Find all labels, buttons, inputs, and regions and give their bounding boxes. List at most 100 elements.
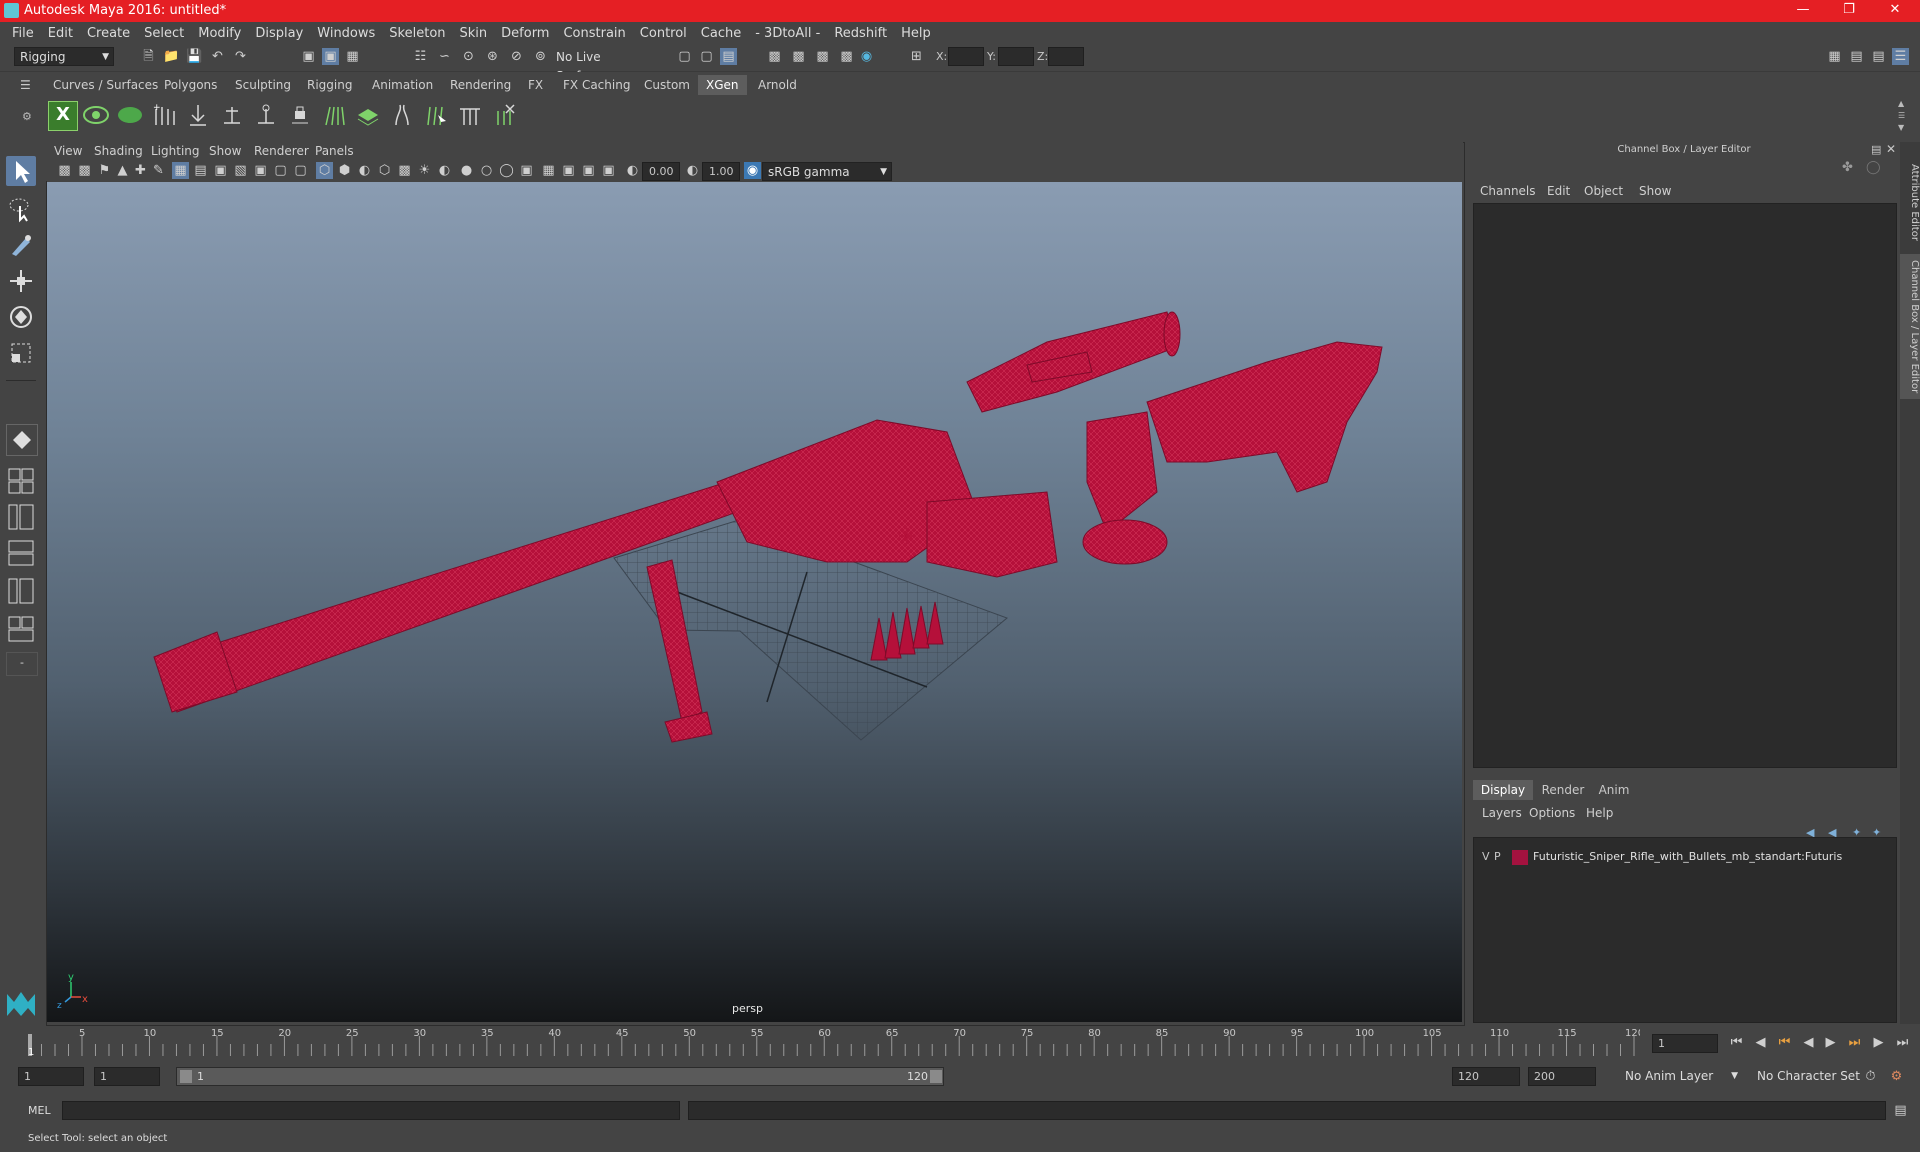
xray-active-icon[interactable]: ▣: [580, 162, 597, 179]
tab-fx[interactable]: FX: [520, 75, 551, 95]
attribute-editor-toggle-icon[interactable]: ▤: [1848, 48, 1865, 65]
menu-display[interactable]: Display: [248, 26, 310, 41]
snap-point-icon[interactable]: ⊙: [460, 48, 477, 65]
persp-outliner-layout-icon[interactable]: [6, 502, 36, 532]
vp-menu-show[interactable]: Show: [209, 144, 241, 158]
time-slider[interactable]: 5 10 15 20 25 30 35 40 45 50 55 60 65 70 75 80 85 90 95 100…: [27, 1028, 1644, 1058]
play-forwards-icon[interactable]: ▶: [1822, 1034, 1839, 1051]
persp-graph-layout-icon[interactable]: [6, 538, 36, 568]
shelf-menu-icon[interactable]: ☰: [20, 78, 31, 92]
output-ops-icon[interactable]: ▢: [698, 48, 715, 65]
gamma-icon[interactable]: ◐: [684, 162, 701, 179]
depth-of-field-icon[interactable]: ▣: [518, 162, 535, 179]
motion-blur-icon[interactable]: ○: [478, 162, 495, 179]
start-time-input[interactable]: 1: [18, 1067, 84, 1086]
end-time-input[interactable]: 200: [1528, 1067, 1596, 1086]
layer-tab-render[interactable]: Render: [1538, 780, 1588, 800]
tab-curves-surfaces[interactable]: Curves / Surfaces: [45, 75, 166, 95]
construction-history-icon[interactable]: ▤: [720, 48, 737, 65]
tab-animation[interactable]: Animation: [364, 75, 441, 95]
color-management-icon[interactable]: ◉: [744, 162, 761, 179]
undo-icon[interactable]: ↶: [209, 48, 226, 65]
safe-action-icon[interactable]: ▢: [272, 162, 289, 179]
step-back-frame-icon[interactable]: ◀: [1752, 1034, 1769, 1051]
current-frame-input[interactable]: 1: [1652, 1034, 1718, 1053]
image-plane-icon[interactable]: ▲: [114, 162, 131, 179]
minimize-icon[interactable]: —: [1783, 2, 1823, 20]
select-component-icon[interactable]: ▦: [344, 48, 361, 65]
save-scene-icon[interactable]: 💾: [186, 48, 203, 65]
menu-file[interactable]: File: [0, 26, 41, 41]
menu-edit[interactable]: Edit: [41, 26, 80, 41]
sniper-rifle-mesh[interactable]: [153, 311, 1383, 743]
2d-pan-zoom-icon[interactable]: ✚: [132, 162, 149, 179]
input-ops-icon[interactable]: ▢: [676, 48, 693, 65]
vp-menu-panels[interactable]: Panels: [315, 144, 354, 158]
scale-tool-icon[interactable]: [6, 338, 36, 368]
tab-arnold[interactable]: Arnold: [750, 75, 805, 95]
script-language-label[interactable]: MEL: [28, 1104, 51, 1117]
render-settings-icon[interactable]: ▩: [838, 48, 855, 65]
new-scene-icon[interactable]: 🗎: [140, 48, 157, 65]
open-scene-icon[interactable]: 📁: [163, 48, 180, 65]
field-chart-icon[interactable]: ▣: [252, 162, 269, 179]
redo-icon[interactable]: ↷: [232, 48, 249, 65]
layer-color-swatch[interactable]: [1512, 850, 1528, 865]
isolate-select-icon[interactable]: ▦: [540, 162, 557, 179]
xgen-preview-icon[interactable]: [82, 101, 110, 129]
modeling-toolkit-icon[interactable]: ▦: [1826, 48, 1843, 65]
snap-surface-icon[interactable]: ⊘: [508, 48, 525, 65]
menu-redshift[interactable]: Redshift: [827, 26, 894, 41]
step-back-key-icon[interactable]: ⏮: [1776, 1034, 1793, 1051]
auto-key-icon[interactable]: ⏱: [1862, 1068, 1879, 1085]
xgen-add-point-icon[interactable]: [218, 101, 246, 129]
gamma-input[interactable]: 1.00: [702, 162, 740, 181]
menu-3dtoall[interactable]: - 3DtoAll -: [748, 26, 827, 41]
grid-icon[interactable]: ▦: [172, 162, 189, 179]
menu-windows[interactable]: Windows: [310, 26, 382, 41]
shelf-scroll-up-icon[interactable]: ▲: [1898, 99, 1904, 108]
close-icon[interactable]: ✕: [1875, 2, 1915, 20]
select-object-icon[interactable]: ▣: [322, 48, 339, 65]
view-transform-dropdown[interactable]: sRGB gamma ▼: [762, 162, 892, 181]
menu-cache[interactable]: Cache: [694, 26, 748, 41]
menu-deform[interactable]: Deform: [494, 26, 556, 41]
menu-set-dropdown[interactable]: Rigging ▼: [14, 47, 114, 66]
menu-constrain[interactable]: Constrain: [556, 26, 632, 41]
menu-create[interactable]: Create: [80, 26, 137, 41]
rotate-tool-icon[interactable]: [6, 302, 36, 332]
range-start-handle[interactable]: [180, 1070, 192, 1083]
multisample-aa-icon[interactable]: ◯: [498, 162, 515, 179]
persp-uv-layout-icon[interactable]: [6, 614, 36, 644]
snap-grid-icon[interactable]: ☷: [412, 48, 429, 65]
step-forward-frame-icon[interactable]: ▶: [1870, 1034, 1887, 1051]
anim-layer-dropdown[interactable]: No Anim Layer ▼: [1620, 1067, 1742, 1086]
resolution-gate-icon[interactable]: ▣: [212, 162, 229, 179]
xgen-guide-down-icon[interactable]: [184, 101, 212, 129]
film-gate-icon[interactable]: ▤: [192, 162, 209, 179]
speed-icon[interactable]: ◯: [1866, 160, 1881, 175]
grease-pencil-icon[interactable]: ✎: [150, 162, 167, 179]
xgen-guides-icon[interactable]: [320, 101, 348, 129]
hypershade-layout-icon[interactable]: [6, 576, 36, 606]
channel-box-toggle-icon[interactable]: ☰: [1892, 48, 1909, 65]
menu-skeleton[interactable]: Skeleton: [382, 26, 452, 41]
animation-preferences-icon[interactable]: ⚙: [1888, 1068, 1905, 1085]
default-material-icon[interactable]: ◐: [356, 162, 373, 179]
select-tool-icon[interactable]: [6, 156, 36, 186]
xgen-lock-guide-icon[interactable]: [286, 101, 314, 129]
tab-fx-caching[interactable]: FX Caching: [555, 75, 638, 95]
lasso-tool-icon[interactable]: [6, 194, 36, 224]
exposure-icon[interactable]: ◐: [624, 162, 641, 179]
xgen-layers-icon[interactable]: [354, 101, 382, 129]
layout-options-icon[interactable]: -: [6, 652, 38, 676]
tab-polygons[interactable]: Polygons: [156, 75, 225, 95]
xgen-create-description-icon[interactable]: [116, 101, 144, 129]
cb-menu-channels[interactable]: Channels: [1480, 184, 1536, 198]
z-input[interactable]: [1048, 47, 1084, 66]
ipr-render-icon[interactable]: ▩: [814, 48, 831, 65]
cb-menu-edit[interactable]: Edit: [1547, 184, 1570, 198]
vp-menu-renderer[interactable]: Renderer: [254, 144, 309, 158]
use-all-lights-icon[interactable]: ☀: [416, 162, 433, 179]
step-forward-key-icon[interactable]: ⏭: [1846, 1034, 1863, 1051]
